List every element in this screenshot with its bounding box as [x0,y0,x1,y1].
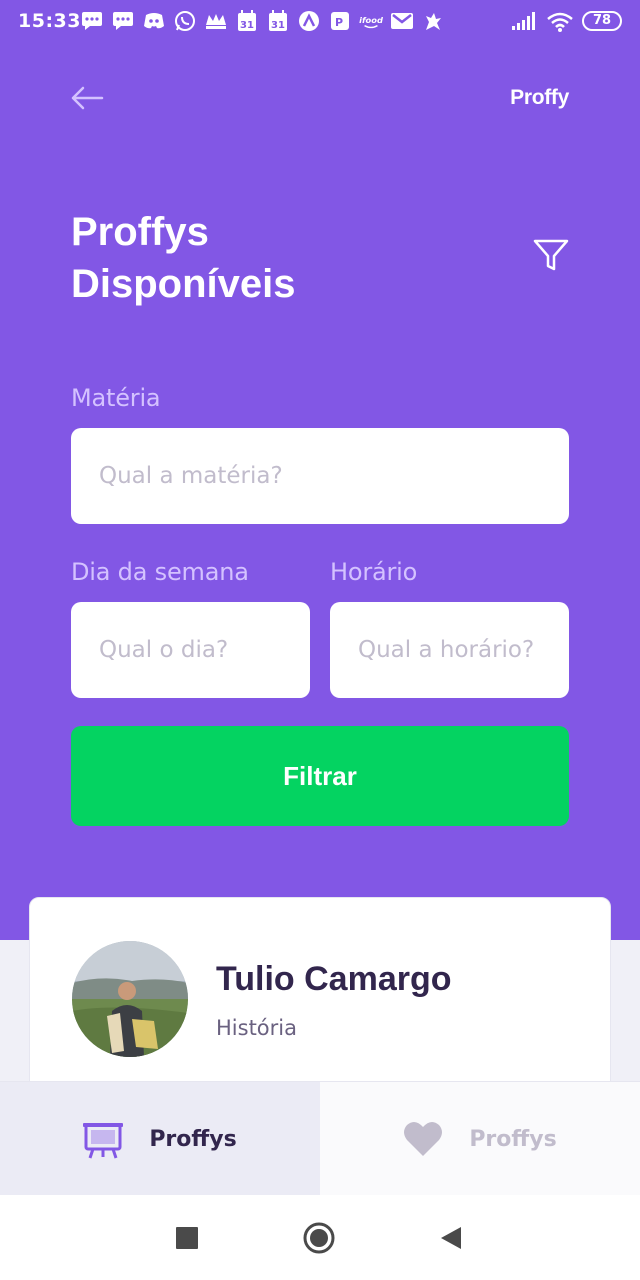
subject-label: Matéria [71,384,161,412]
tab-proffys[interactable]: Proffys [0,1082,320,1196]
tab-proffys-label: Proffys [149,1126,237,1152]
weekday-label: Dia da semana [71,558,249,586]
back-arrow-icon[interactable] [70,84,104,112]
arrow-icon [297,10,321,32]
heart-icon [404,1121,443,1156]
status-time: 15:33 [18,10,81,32]
page-title: Proffys Disponíveis [71,210,296,306]
filter-button[interactable]: Filtrar [71,726,569,826]
subject-input[interactable] [71,428,569,524]
filter-icon[interactable] [532,236,570,274]
avatar [72,941,188,1057]
crown-icon [204,10,228,32]
pf-icon: P [328,10,352,32]
weekday-input[interactable] [71,602,310,698]
home-button[interactable] [303,1222,335,1254]
logo: Proffy [510,86,569,109]
tab-favorites[interactable]: Proffys [320,1082,640,1196]
svg-text:P: P [335,16,343,29]
gmail-icon [390,10,414,32]
header: Proffy Proffys Disponíveis Matéria Dia d… [0,44,640,940]
discord-icon [142,10,166,32]
tab-favorites-label: Proffys [469,1126,557,1152]
squirrel-icon [421,10,445,32]
tab-bar: Proffys Proffys [0,1081,640,1196]
notification-icons: 31 31 P ifood [80,9,445,33]
calendar-icon: 31 [266,10,290,32]
back-button[interactable] [440,1226,462,1250]
teacher-subject: História [216,1016,297,1040]
message-icon [111,10,135,32]
wifi-icon [547,12,573,32]
teacher-name: Tulio Camargo [216,960,452,998]
time-input[interactable] [330,602,569,698]
ifood-icon: ifood [359,10,383,32]
recent-apps-button[interactable] [176,1227,198,1249]
system-nav-bar [0,1195,640,1280]
svg-text:31: 31 [271,20,285,31]
message-icon [80,10,104,32]
whatsapp-icon [173,10,197,32]
easel-icon [83,1123,124,1159]
battery-indicator: 78 [582,11,622,31]
svg-text:ifood: ifood [359,15,383,25]
signal-icon [512,12,535,30]
calendar-icon: 31 [235,10,259,32]
svg-text:31: 31 [240,20,254,31]
teacher-card[interactable]: Tulio Camargo História [29,897,611,1097]
time-label: Horário [330,558,418,586]
status-bar: 15:33 31 31 P ifood 78 [0,0,640,44]
